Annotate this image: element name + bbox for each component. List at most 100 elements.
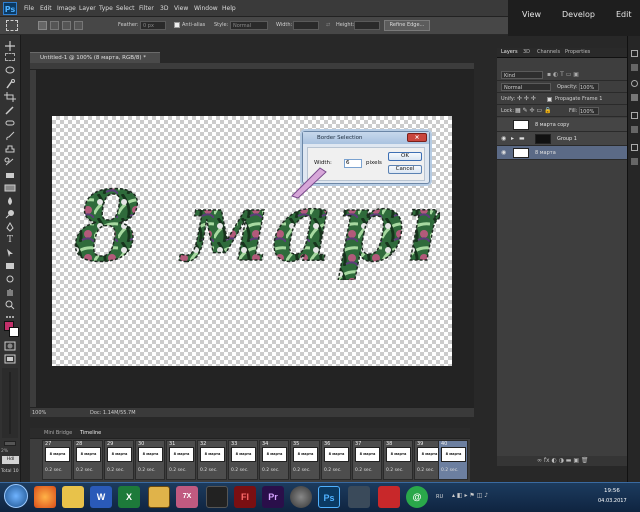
menu-filter[interactable]: Filter [139, 5, 154, 12]
blend-mode-select[interactable]: Normal [501, 83, 551, 91]
tab-3d[interactable]: 3D [523, 49, 530, 55]
unify-icons[interactable]: ✢ ✢ ✢ [517, 95, 536, 102]
style-select[interactable]: Normal [230, 21, 268, 30]
workspace-develop[interactable]: Develop [562, 10, 595, 19]
tab-layers[interactable]: Layers [501, 49, 518, 55]
frame-delay[interactable]: 0.2 sec. [200, 468, 218, 473]
hand-tool-icon[interactable] [4, 287, 16, 297]
frame-delay[interactable]: 0.2 sec. [417, 468, 435, 473]
tab-channels[interactable]: Channels [537, 49, 560, 55]
feather-input[interactable]: 0 px [140, 21, 166, 30]
antialias-checkbox[interactable] [174, 22, 180, 28]
opacity-input[interactable]: 100% [579, 83, 599, 91]
layers-footer-icons[interactable]: ∞ fx ◐ ◑ ▬ ▣ 🗑 [497, 456, 627, 466]
menu-window[interactable]: Window [194, 5, 218, 12]
actions-panel-icon[interactable] [631, 64, 638, 71]
clock-date[interactable]: 04.03.2017 [598, 498, 627, 504]
cancel-button[interactable]: Cancel [388, 165, 422, 174]
chevron-right-icon[interactable]: ▸ [511, 135, 514, 142]
clone-stamp-tool-icon[interactable] [4, 144, 16, 154]
3d-rotate-tool-icon[interactable] [4, 274, 16, 284]
info-panel-icon[interactable] [631, 158, 638, 165]
eraser-tool-icon[interactable] [4, 170, 16, 180]
timeline-frame[interactable]: 31 8 марта 0.2 sec. [166, 440, 196, 480]
flash-icon[interactable]: Fl [234, 486, 256, 508]
frame-delay[interactable]: 0.2 sec. [262, 468, 280, 473]
propagate-checkbox[interactable] [547, 97, 552, 102]
frame-delay[interactable]: 0.2 sec. [355, 468, 373, 473]
filter-icons[interactable]: ▪ ◐ T ▭ ▣ [547, 71, 579, 78]
menu-image[interactable]: Image [57, 5, 76, 12]
intersect-selection-icon[interactable] [74, 21, 83, 30]
swap-icon[interactable]: ⇄ [326, 22, 330, 28]
subtract-selection-icon[interactable] [62, 21, 71, 30]
menu-type[interactable]: Type [99, 5, 113, 12]
quick-select-tool-icon[interactable] [4, 79, 16, 89]
timeline-frame[interactable]: 33 8 марта 0.2 sec. [228, 440, 258, 480]
timeline-frame[interactable]: 27 8 марта 0.2 sec. [42, 440, 72, 480]
frame-delay[interactable]: 0.2 sec. [293, 468, 311, 473]
tools-taskbar-icon[interactable] [348, 486, 370, 508]
move-tool-icon[interactable] [4, 41, 16, 51]
workspace-view[interactable]: View [522, 10, 541, 19]
width-field[interactable]: 6 [344, 159, 362, 168]
timeline-frame[interactable]: 38 8 марта 0.2 sec. [383, 440, 413, 480]
add-selection-icon[interactable] [50, 21, 59, 30]
explorer-folder-icon[interactable] [62, 486, 84, 508]
refine-edge-button[interactable]: Refine Edge... [384, 20, 430, 31]
eyedropper-tool-icon[interactable] [4, 105, 16, 115]
menu-3d[interactable]: 3D [160, 5, 168, 12]
tab-properties[interactable]: Properties [565, 49, 590, 55]
frame-delay[interactable]: 0.2 sec. [45, 468, 63, 473]
menu-file[interactable]: File [24, 5, 34, 12]
language-indicator[interactable]: RU [436, 494, 443, 500]
path-select-tool-icon[interactable] [4, 248, 16, 258]
width-input[interactable] [293, 21, 319, 30]
frame-delay[interactable]: 0.2 sec. [386, 468, 404, 473]
layer-row-selected[interactable]: ◉ 8 марта [497, 146, 627, 160]
background-color-swatch[interactable] [9, 327, 19, 337]
gradient-tool-icon[interactable] [4, 183, 16, 193]
shape-tool-icon[interactable] [4, 261, 16, 271]
eye-icon[interactable]: ◉ [501, 135, 506, 142]
layer-row[interactable]: ◉ ▸ ▬ Group 1 [497, 132, 627, 146]
icq-icon[interactable]: @ [406, 486, 428, 508]
healing-tool-icon[interactable] [4, 118, 16, 128]
marquee-icon[interactable] [6, 20, 18, 31]
timeline-frame[interactable]: 32 8 марта 0.2 sec. [197, 440, 227, 480]
firefox-icon[interactable] [34, 486, 56, 508]
paths-panel-icon[interactable] [631, 144, 638, 151]
start-button-icon[interactable] [4, 484, 28, 508]
screen-mode-icon[interactable] [4, 354, 16, 364]
timeline-frame-selected[interactable]: 40 8 марта 0.2 sec. [438, 440, 468, 480]
brush-tool-icon[interactable] [4, 131, 16, 141]
timeline-frame[interactable]: 36 8 марта 0.2 sec. [321, 440, 351, 480]
close-icon[interactable]: × [407, 133, 427, 142]
frame-delay[interactable]: 0.2 sec. [138, 468, 156, 473]
camera-icon[interactable] [290, 486, 312, 508]
tab-timeline[interactable]: Timeline [80, 430, 101, 436]
quick-mask-icon[interactable] [4, 341, 16, 351]
clock-time[interactable]: 19:56 [604, 488, 620, 494]
frame-delay[interactable]: 0.2 sec. [76, 468, 94, 473]
fill-input[interactable]: 100% [579, 107, 599, 115]
eye-icon[interactable]: ◉ [501, 149, 506, 156]
slider-handle[interactable] [4, 441, 16, 446]
new-selection-icon[interactable] [38, 21, 47, 30]
document-tab[interactable]: Untitled-1 @ 100% (8 марта, RGB/8) * [30, 52, 160, 63]
lock-icons[interactable]: ▦ ✎ ✢ ▭ 🔒 [515, 107, 552, 114]
ok-button[interactable]: OK [388, 152, 422, 161]
type-tool-icon[interactable]: T [4, 235, 16, 245]
history-panel-icon[interactable] [631, 50, 638, 57]
tab-mini-bridge[interactable]: Mini Bridge [44, 430, 72, 436]
premiere-icon[interactable]: Pr [262, 486, 284, 508]
height-input[interactable] [354, 21, 380, 30]
photoshop-taskbar-icon[interactable]: Ps [318, 486, 340, 508]
dodge-tool-icon[interactable] [4, 209, 16, 219]
color-panel-icon[interactable] [631, 80, 638, 87]
history-brush-tool-icon[interactable] [4, 157, 16, 167]
menu-help[interactable]: Help [222, 5, 236, 12]
workspace-edit[interactable]: Edit [616, 10, 632, 19]
frame-delay[interactable]: 0.2 sec. [441, 468, 459, 473]
timeline-frame[interactable]: 28 8 марта 0.2 sec. [73, 440, 103, 480]
